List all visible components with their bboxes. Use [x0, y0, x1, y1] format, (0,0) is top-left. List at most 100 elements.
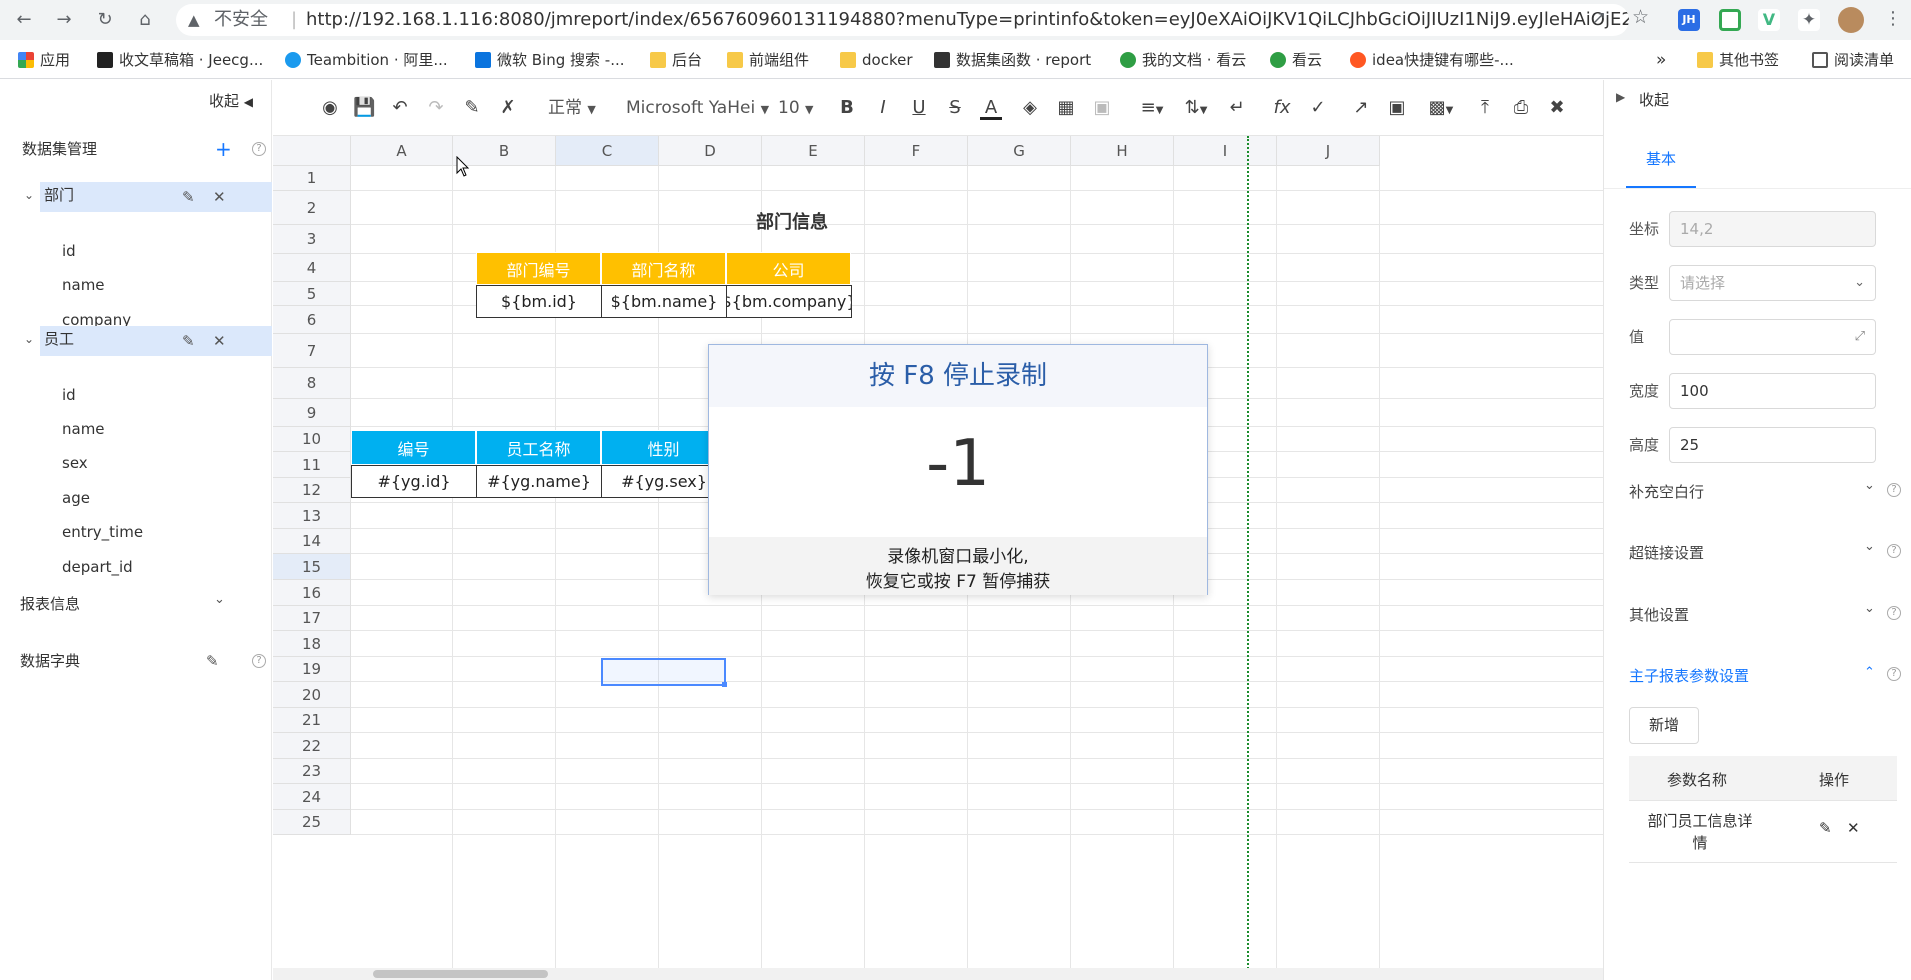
- emp-header-cell[interactable]: 编号: [351, 430, 476, 465]
- text-wrap-icon[interactable]: ↵: [1226, 96, 1248, 120]
- chevron-down-icon[interactable]: ⌄: [1864, 539, 1875, 554]
- row-header[interactable]: 25: [273, 810, 351, 835]
- row-header[interactable]: 20: [273, 682, 351, 708]
- column-header[interactable]: I: [1174, 136, 1277, 166]
- chevron-down-icon[interactable]: ⌄: [1864, 478, 1875, 493]
- font-size-select[interactable]: 10 ▼: [778, 96, 814, 120]
- column-header[interactable]: G: [968, 136, 1071, 166]
- star-icon[interactable]: ☆: [1632, 6, 1649, 28]
- edit-icon[interactable]: ✎: [206, 652, 219, 670]
- chevron-down-icon[interactable]: ⌄: [24, 332, 34, 346]
- undo-icon[interactable]: ↶: [389, 96, 411, 120]
- dept-value-cell[interactable]: ${bm.company}: [726, 285, 852, 318]
- filter-icon[interactable]: ✓: [1307, 96, 1329, 120]
- bookmark-folder[interactable]: 其他书签: [1697, 50, 1779, 70]
- edit-icon[interactable]: ✎: [182, 332, 195, 350]
- close-icon[interactable]: ✕: [213, 332, 226, 350]
- dept-value-cell[interactable]: ${bm.id}: [476, 285, 602, 318]
- dept-header-cell[interactable]: 公司: [726, 252, 851, 285]
- widgets-icon[interactable]: ▩▼: [1423, 96, 1459, 120]
- close-icon[interactable]: ✕: [1847, 819, 1860, 837]
- profile-avatar[interactable]: [1838, 7, 1864, 33]
- strikethrough-icon[interactable]: S: [944, 96, 966, 120]
- report-info-section[interactable]: 报表信息: [20, 589, 80, 619]
- help-icon[interactable]: ?: [1887, 483, 1901, 497]
- bookmark-folder[interactable]: docker: [840, 50, 913, 70]
- bookmark-item[interactable]: Teambition · 阿里...: [285, 50, 448, 70]
- row-header[interactable]: 14: [273, 529, 351, 554]
- dataset-item-dept[interactable]: [40, 182, 272, 212]
- section-hyperlink[interactable]: 超链接设置: [1629, 542, 1704, 563]
- italic-icon[interactable]: I: [872, 96, 894, 120]
- underline-icon[interactable]: U: [908, 96, 930, 120]
- row-header[interactable]: 19: [273, 657, 351, 682]
- width-input[interactable]: 100: [1669, 373, 1876, 409]
- dataset-item-emp[interactable]: [40, 326, 272, 356]
- row-header[interactable]: 3: [273, 225, 351, 254]
- row-header[interactable]: 6: [273, 306, 351, 334]
- expand-icon[interactable]: ⤢: [1855, 320, 1865, 354]
- edit-icon[interactable]: ✎: [182, 188, 195, 206]
- height-input[interactable]: 25: [1669, 427, 1876, 463]
- row-header[interactable]: 8: [273, 368, 351, 399]
- border-icon[interactable]: ▦: [1055, 96, 1077, 120]
- field-item[interactable]: name: [62, 414, 105, 444]
- redo-icon[interactable]: ↷: [425, 96, 447, 120]
- help-icon[interactable]: ?: [1887, 667, 1901, 681]
- bookmark-item[interactable]: 数据集函数 · report: [934, 50, 1091, 70]
- column-header[interactable]: F: [865, 136, 968, 166]
- caret-right-icon[interactable]: ▶: [1616, 90, 1625, 104]
- value-input[interactable]: ⤢: [1669, 319, 1876, 355]
- field-item[interactable]: sex: [62, 448, 88, 478]
- help-icon[interactable]: ?: [252, 142, 266, 156]
- row-header[interactable]: 7: [273, 334, 351, 368]
- chevron-down-icon[interactable]: ⌄: [24, 188, 34, 202]
- row-header[interactable]: 16: [273, 580, 351, 606]
- section-other[interactable]: 其他设置: [1629, 604, 1689, 625]
- reading-list[interactable]: 阅读清单: [1812, 50, 1894, 70]
- bookmarks-more[interactable]: »: [1656, 50, 1666, 70]
- field-item[interactable]: id: [62, 236, 76, 266]
- field-item[interactable]: age: [62, 483, 90, 513]
- column-header[interactable]: C: [556, 136, 659, 166]
- clear-format-icon[interactable]: ✗: [497, 96, 519, 120]
- right-collapse-button[interactable]: 收起: [1639, 89, 1669, 110]
- fill-handle[interactable]: [722, 682, 727, 687]
- field-item[interactable]: name: [62, 270, 105, 300]
- font-color-icon[interactable]: A: [980, 96, 1002, 120]
- row-header[interactable]: 5: [273, 282, 351, 306]
- help-icon[interactable]: ?: [252, 654, 266, 668]
- chevron-down-icon[interactable]: ⌄: [1864, 601, 1875, 616]
- help-icon[interactable]: ?: [1887, 544, 1901, 558]
- row-header[interactable]: 24: [273, 784, 351, 810]
- row-header[interactable]: 21: [273, 708, 351, 733]
- bookmark-item[interactable]: 看云: [1270, 50, 1322, 70]
- forward-icon[interactable]: →: [52, 8, 76, 32]
- bookmark-folder[interactable]: 前端组件: [727, 50, 809, 70]
- vertical-align-icon[interactable]: ⇅▼: [1179, 96, 1213, 120]
- chevron-down-icon[interactable]: ⌄: [214, 592, 225, 607]
- chart-icon[interactable]: ↗: [1350, 96, 1372, 120]
- style-select[interactable]: 正常 ▼: [548, 96, 596, 120]
- tab-basic[interactable]: 基本: [1626, 148, 1696, 188]
- row-header[interactable]: 9: [273, 399, 351, 427]
- extension-vue-icon[interactable]: V: [1758, 9, 1780, 31]
- home-icon[interactable]: ⌂: [133, 8, 157, 32]
- row-header[interactable]: 10: [273, 427, 351, 452]
- row-header[interactable]: 22: [273, 733, 351, 759]
- align-left-icon[interactable]: ≡▼: [1135, 96, 1169, 120]
- section-master-detail-params[interactable]: 主子报表参数设置: [1629, 665, 1749, 686]
- row-header[interactable]: 13: [273, 503, 351, 529]
- dept-title-cell[interactable]: 部门信息: [667, 204, 917, 238]
- bookmark-item[interactable]: 微软 Bing 搜索 -...: [475, 50, 625, 70]
- reload-icon[interactable]: ↻: [93, 8, 117, 32]
- bookmark-item[interactable]: 收文草稿箱 · Jeecg...: [97, 50, 263, 70]
- extension-chrome-icon[interactable]: [1719, 9, 1741, 31]
- address-bar[interactable]: ▲ 不安全 | http://192.168.1.116:8080/jmrepo…: [176, 4, 1629, 36]
- column-header[interactable]: H: [1071, 136, 1174, 166]
- bookmark-folder[interactable]: 后台: [650, 50, 702, 70]
- row-header[interactable]: 17: [273, 606, 351, 631]
- share-icon[interactable]: ↗: [1592, 8, 1606, 28]
- preview-eye-icon[interactable]: ◉: [317, 96, 343, 120]
- dept-header-cell[interactable]: 部门名称: [601, 252, 726, 285]
